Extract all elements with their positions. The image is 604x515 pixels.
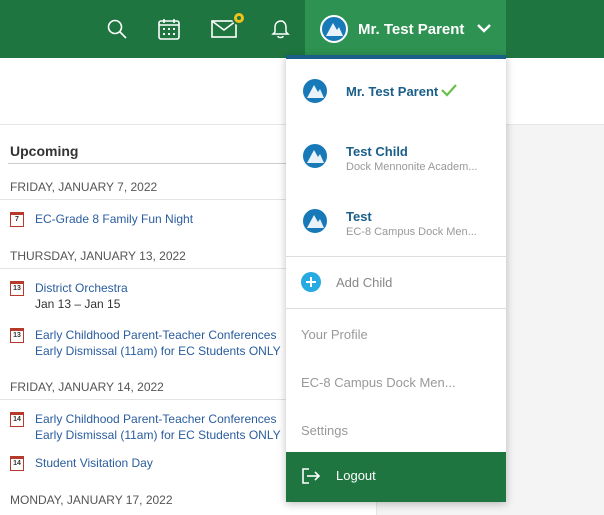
account-name: Test Child: [346, 144, 408, 159]
event-text: Early Childhood Parent-Teacher Conferenc…: [35, 411, 281, 443]
account-item-test[interactable]: Test EC-8 Campus Dock Men...: [286, 189, 506, 254]
section-title: Upcoming: [10, 143, 79, 159]
event-title[interactable]: District Orchestra: [35, 280, 128, 296]
school-link[interactable]: EC-8 Campus Dock Men...: [301, 375, 456, 390]
section-divider: [8, 163, 298, 164]
avatar: [301, 77, 329, 105]
date-header: FRIDAY, JANUARY 7, 2022: [10, 180, 158, 194]
account-school: Dock Mennonite Academ...: [346, 161, 478, 173]
settings-link[interactable]: Settings: [301, 423, 348, 438]
event-title-line2[interactable]: Early Dismissal (11am) for EC Students O…: [35, 343, 281, 359]
user-dropdown-menu: Mr. Test Parent Test Child Dock Mennonit…: [286, 55, 506, 502]
add-child-label: Add Child: [336, 275, 393, 290]
event-item[interactable]: 13 Early Childhood Parent-Teacher Confer…: [10, 327, 281, 359]
event-date-range: Jan 13 – Jan 15: [35, 297, 121, 311]
account-item-parent[interactable]: Mr. Test Parent: [286, 59, 506, 124]
menu-divider: [286, 308, 506, 309]
event-item[interactable]: 13 District Orchestra Jan 13 – Jan 15: [10, 280, 128, 312]
calendar-icon[interactable]: [154, 14, 184, 44]
date-header: FRIDAY, JANUARY 14, 2022: [10, 380, 164, 394]
your-profile-link[interactable]: Your Profile: [301, 327, 368, 342]
user-name: Mr. Test Parent: [358, 20, 465, 38]
logout-icon: [301, 467, 321, 490]
event-item[interactable]: 7 EC-Grade 8 Family Fun Night: [10, 211, 193, 227]
bell-icon[interactable]: [265, 14, 295, 44]
calendar-day-icon: 14: [10, 456, 24, 471]
add-child-button[interactable]: Add Child: [286, 257, 506, 307]
event-title[interactable]: Early Childhood Parent-Teacher Conferenc…: [35, 327, 281, 343]
avatar: [301, 207, 329, 235]
calendar-day-icon: 14: [10, 412, 24, 427]
divider: [0, 399, 300, 400]
event-title[interactable]: Student Visitation Day: [35, 455, 153, 471]
check-icon: [440, 83, 458, 102]
calendar-day-icon: 13: [10, 281, 24, 296]
plus-circle-icon: [300, 271, 322, 298]
event-item[interactable]: 14 Student Visitation Day: [10, 455, 153, 471]
divider: [0, 268, 300, 269]
mail-icon[interactable]: [209, 11, 246, 44]
avatar: [320, 15, 348, 43]
calendar-day-icon: 13: [10, 328, 24, 343]
date-header: MONDAY, JANUARY 17, 2022: [10, 493, 173, 507]
user-menu-button[interactable]: Mr. Test Parent: [305, 0, 506, 58]
logout-button[interactable]: Logout: [286, 452, 506, 502]
event-title-line2[interactable]: Early Dismissal (11am) for EC Students O…: [35, 427, 281, 443]
divider: [0, 199, 300, 200]
calendar-day-icon: 7: [10, 212, 24, 227]
event-text: Early Childhood Parent-Teacher Conferenc…: [35, 327, 281, 359]
date-header: THURSDAY, JANUARY 13, 2022: [10, 249, 186, 263]
event-text: District Orchestra Jan 13 – Jan 15: [35, 280, 128, 312]
account-item-child[interactable]: Test Child Dock Mennonite Academ...: [286, 124, 506, 189]
event-title[interactable]: Early Childhood Parent-Teacher Conferenc…: [35, 411, 281, 427]
account-name: Test: [346, 209, 372, 224]
chevron-down-icon: [476, 21, 492, 39]
logout-label: Logout: [336, 468, 376, 483]
event-title[interactable]: EC-Grade 8 Family Fun Night: [35, 211, 193, 227]
avatar: [301, 142, 329, 170]
top-bar: Mr. Test Parent: [0, 0, 604, 58]
search-icon[interactable]: [102, 14, 132, 44]
account-school: EC-8 Campus Dock Men...: [346, 226, 477, 238]
notification-badge: [232, 11, 246, 25]
account-name: Mr. Test Parent: [346, 84, 439, 99]
event-item[interactable]: 14 Early Childhood Parent-Teacher Confer…: [10, 411, 281, 443]
